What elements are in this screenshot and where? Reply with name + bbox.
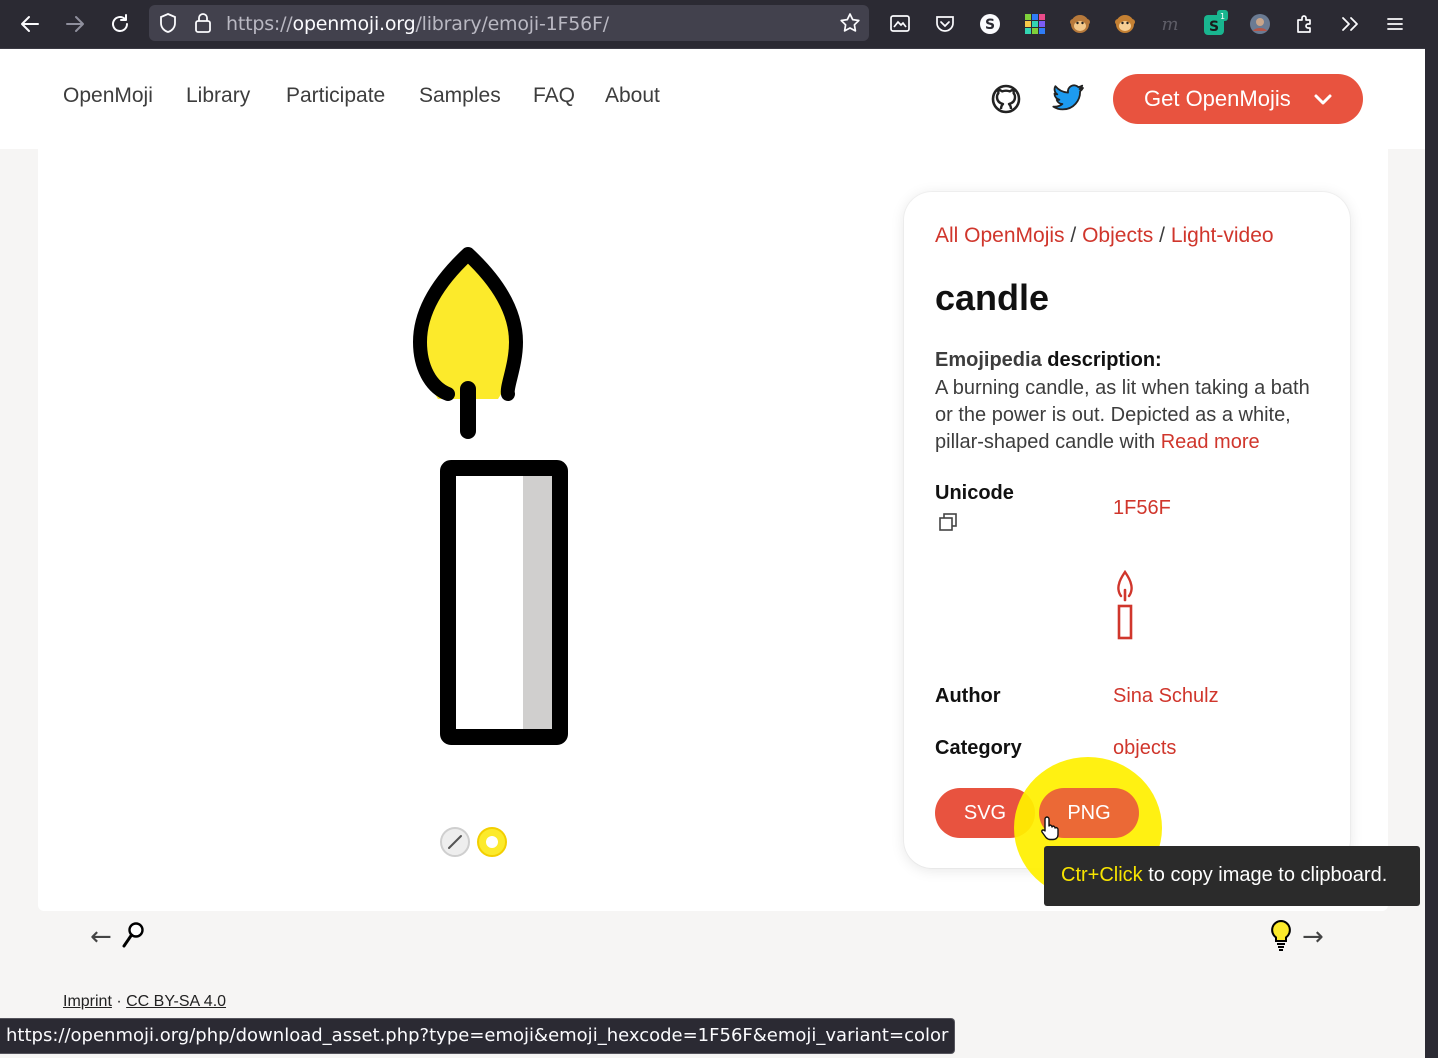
site-footer: Imprint · CC BY-SA 4.0: [63, 993, 226, 1011]
breadcrumb-all[interactable]: All OpenMojis: [935, 224, 1065, 247]
imprint-link[interactable]: Imprint: [63, 993, 112, 1010]
extensions-puzzle-icon[interactable]: [1291, 10, 1319, 38]
light-bulb-icon: [1268, 918, 1294, 956]
nav-library[interactable]: Library: [186, 84, 250, 108]
candle-emoji-image: [368, 244, 568, 768]
next-emoji-link[interactable]: →: [1268, 918, 1324, 956]
svg-text:1: 1: [1220, 12, 1225, 21]
magnifying-glass-icon: [120, 921, 146, 953]
nav-faq[interactable]: FAQ: [533, 84, 575, 108]
author-value[interactable]: Sina Schulz: [1113, 685, 1219, 708]
window-edge: [1425, 0, 1438, 1058]
hand-pointer-icon: [1040, 815, 1062, 845]
reload-icon[interactable]: [106, 10, 134, 38]
forward-icon[interactable]: [61, 10, 89, 38]
category-value[interactable]: objects: [1113, 737, 1176, 760]
read-more-link[interactable]: Read more: [1161, 431, 1260, 453]
chevron-down-icon: [1313, 90, 1333, 116]
black-variant-icon[interactable]: [440, 827, 470, 857]
svg-text:S: S: [1209, 19, 1219, 35]
get-openmojis-button[interactable]: Get OpenMojis: [1113, 74, 1363, 124]
nav-about[interactable]: About: [605, 84, 660, 108]
nav-samples[interactable]: Samples: [419, 84, 501, 108]
monkey-extension-2-icon[interactable]: [1111, 10, 1139, 38]
tooltip-key: Ctr+Click: [1061, 864, 1143, 886]
breadcrumb-sep: /: [1070, 224, 1077, 247]
clipboard-tooltip: Ctr+Click to copy image to clipboard.: [1044, 846, 1420, 906]
candle-outline-icon: [1113, 569, 1137, 646]
pocket-icon[interactable]: [931, 10, 959, 38]
variant-toggle: [438, 826, 518, 862]
author-label: Author: [935, 685, 1001, 707]
profile-extension-icon[interactable]: [1246, 10, 1274, 38]
unicode-value[interactable]: 1F56F: [1113, 497, 1171, 520]
description-text: A burning candle, as lit when taking a b…: [935, 375, 1325, 456]
m-extension-icon[interactable]: m: [1156, 10, 1184, 38]
shield-icon[interactable]: [158, 12, 178, 38]
nav-participate[interactable]: Participate: [286, 84, 385, 108]
browser-status-url: https://openmoji.org/php/download_asset.…: [0, 1018, 956, 1054]
browser-toolbar: https://openmoji.org/library/emoji-1F56F…: [0, 0, 1425, 49]
breadcrumb: All OpenMojis / Objects / Light-video: [935, 224, 1274, 248]
category-label: Category: [935, 737, 1022, 759]
tooltip-text: to copy image to clipboard.: [1142, 864, 1388, 886]
emoji-title: candle: [935, 277, 1050, 318]
copy-icon[interactable]: [938, 512, 958, 536]
arrow-right-icon: →: [1302, 922, 1324, 952]
back-icon[interactable]: [16, 10, 44, 38]
hamburger-menu-icon[interactable]: [1381, 10, 1409, 38]
svg-text:m: m: [1161, 14, 1178, 35]
paint-extension-icon[interactable]: [886, 10, 914, 38]
site-header: OpenMoji Library Participate Samples FAQ…: [0, 49, 1425, 149]
svg-text:S: S: [985, 17, 995, 33]
url-text[interactable]: https://openmoji.org/library/emoji-1F56F…: [226, 13, 609, 35]
grid-extension-icon[interactable]: [1021, 10, 1049, 38]
emoji-detail-card: All OpenMojis / Objects / Light-video ca…: [38, 149, 1388, 911]
breadcrumb-objects[interactable]: Objects: [1082, 224, 1153, 247]
prev-emoji-link[interactable]: ←: [90, 921, 146, 953]
address-bar[interactable]: https://openmoji.org/library/emoji-1F56F…: [149, 5, 869, 41]
lock-icon[interactable]: [193, 12, 213, 38]
emojipedia-label: Emojipedia: [935, 349, 1042, 371]
stylus-extension-icon[interactable]: S1: [1201, 10, 1229, 38]
breadcrumb-light-video[interactable]: Light-video: [1171, 224, 1274, 247]
get-openmojis-label: Get OpenMojis: [1144, 86, 1291, 111]
monkey-extension-icon[interactable]: [1066, 10, 1094, 38]
breadcrumb-sep: /: [1159, 224, 1165, 247]
github-icon[interactable]: [990, 83, 1022, 119]
emoji-info-panel: All OpenMojis / Objects / Light-video ca…: [904, 192, 1350, 868]
description-heading: Emojipedia description:: [935, 349, 1162, 372]
footer-sep: ·: [111, 993, 127, 1010]
description-label: description:: [1047, 349, 1162, 371]
twitter-icon[interactable]: [1052, 83, 1086, 117]
bookmark-star-icon[interactable]: [839, 12, 861, 38]
arrow-left-icon: ←: [90, 922, 112, 952]
s-extension-icon[interactable]: S: [976, 10, 1004, 38]
nav-openmoji[interactable]: OpenMoji: [63, 84, 153, 108]
license-link[interactable]: CC BY-SA 4.0: [126, 993, 226, 1010]
unicode-label: Unicode: [935, 482, 1014, 504]
color-variant-icon[interactable]: [477, 827, 507, 857]
overflow-chevrons-icon[interactable]: [1336, 10, 1364, 38]
